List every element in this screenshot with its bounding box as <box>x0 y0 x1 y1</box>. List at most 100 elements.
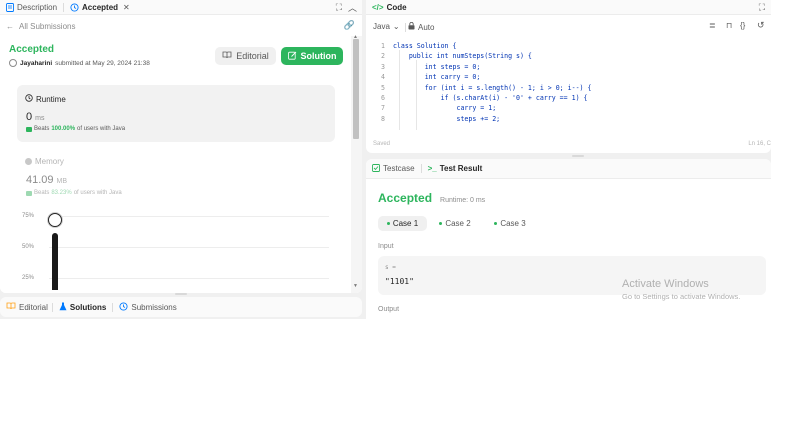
tab-test-result[interactable]: >_ Test Result <box>422 164 489 173</box>
memory-beats-value: 83.23% <box>51 190 72 196</box>
gridline <box>49 278 329 279</box>
tab-description-label: Description <box>17 2 58 12</box>
bottom-tab-submissions[interactable]: Submissions <box>113 301 182 313</box>
memory-icon <box>25 158 32 165</box>
tab-accepted[interactable]: Accepted ✕ <box>64 3 136 12</box>
result-header: Accepted Runtime: 0 ms <box>378 191 485 205</box>
code-line: 2 public int numSteps(String s) { <box>371 51 532 61</box>
memory-label: Memory <box>35 157 64 166</box>
tab-code[interactable]: </> Code <box>366 3 413 12</box>
code-text: if (s.charAt(i) - '0' + carry == 1) { <box>392 94 588 102</box>
bottom-tab-editorial[interactable]: Editorial <box>6 302 52 312</box>
case-tab-1[interactable]: Case 1 <box>378 216 427 231</box>
case-tab-label: Case 2 <box>445 219 471 228</box>
memory-beats-prefix: Beats <box>34 190 50 196</box>
format-icon[interactable]: ≣ <box>709 21 716 30</box>
case-tab-label: Case 3 <box>500 219 526 228</box>
test-tabbar: Testcase >_ Test Result <box>366 159 771 179</box>
maximize-icon[interactable]: ⛶ <box>759 2 765 13</box>
tab-description[interactable]: Description <box>0 3 63 12</box>
code-line: 5 for (int i = s.length() - 1; i > 0; i-… <box>371 83 591 93</box>
runtime-card[interactable]: Runtime 0 ms Beats 100.00% of users with… <box>17 85 335 142</box>
input-var-name: s = <box>385 264 396 271</box>
indent-guide <box>416 60 417 130</box>
code-line: 4 int carry = 0; <box>371 72 480 82</box>
code-panel: </> Code ⛶ Java ⌄ Auto ≣ ⊓ {} ↺ 1 class <box>366 0 771 153</box>
tick-label: 75% <box>22 213 35 219</box>
checkbox-icon <box>372 163 380 174</box>
case-tab-3[interactable]: Case 3 <box>487 216 533 231</box>
line-number: 5 <box>381 83 385 92</box>
code-editor[interactable]: 1 class Solution { 2 public int numSteps… <box>366 38 771 130</box>
close-icon[interactable]: ✕ <box>123 3 130 12</box>
submission-status: Accepted <box>9 44 55 55</box>
link-icon[interactable]: 🔗 <box>344 20 355 31</box>
code-line: 1 class Solution { <box>371 41 456 51</box>
runtime-beats: Beats 100.00% of users with Java <box>26 126 125 132</box>
case-tab-2[interactable]: Case 2 <box>432 216 478 231</box>
auto-mode[interactable]: Auto <box>408 21 435 32</box>
code-text: carry = 1; <box>392 104 497 113</box>
line-number: 4 <box>381 73 385 82</box>
editorial-button[interactable]: Editorial <box>215 47 276 65</box>
output-label: Output <box>378 306 400 313</box>
toolbar-separator <box>405 23 406 32</box>
solution-button[interactable]: Solution <box>281 47 343 65</box>
memory-unit: MB <box>56 178 68 185</box>
horizontal-resize-handle[interactable] <box>572 155 584 157</box>
code-icon: </> <box>372 2 384 12</box>
memory-beats: Beats 83.23% of users with Java <box>26 190 122 196</box>
bottom-tab-solutions[interactable]: Solutions <box>53 302 112 313</box>
scrollbar-thumb[interactable] <box>353 39 359 139</box>
braces-icon[interactable]: {} <box>740 21 745 30</box>
scroll-up-icon[interactable]: ▲ <box>353 34 358 40</box>
author-name[interactable]: Jayaharini <box>20 60 52 67</box>
input-var-value[interactable]: "1101" <box>385 277 414 286</box>
tab-test-result-label: Test Result <box>439 164 483 173</box>
watermark-title: Activate Windows <box>622 278 709 290</box>
history-icon <box>119 301 128 313</box>
submitted-at: submitted at May 29, 2024 21:38 <box>55 59 150 67</box>
memory-value: 41.09 <box>26 174 54 186</box>
scroll-down-icon[interactable]: ▼ <box>353 283 358 289</box>
pass-dot-icon <box>439 222 443 225</box>
distribution-chart[interactable]: 75% 50% 25% <box>17 205 335 290</box>
tick-label: 50% <box>22 244 35 250</box>
arrow-left-icon: ← <box>6 22 14 31</box>
bottom-tab-submissions-label: Submissions <box>131 302 177 312</box>
left-tabbar: Description Accepted ✕ ⛶ ︿ <box>0 0 362 15</box>
runtime-label: Runtime <box>36 94 66 104</box>
activate-windows-watermark: Activate Windows Go to Settings to activ… <box>622 278 740 301</box>
beats-badge-icon <box>26 126 32 132</box>
runtime-header: Runtime <box>25 94 66 104</box>
collapse-icon[interactable]: ︿ <box>348 1 357 14</box>
vertical-resize-handle[interactable] <box>175 293 187 295</box>
pass-dot-icon <box>494 222 498 225</box>
memory-value-row: 41.09 MB <box>26 174 67 186</box>
code-line: 3 int steps = 0; <box>371 62 480 72</box>
edit-icon <box>287 51 297 62</box>
line-number: 6 <box>381 94 385 102</box>
language-value: Java <box>373 22 390 31</box>
saved-status: Saved <box>373 141 391 147</box>
code-text: int carry = 0; <box>392 73 481 82</box>
bottom-tabs-row: Editorial Solutions Submissions <box>6 297 183 317</box>
memory-header: Memory <box>25 157 64 166</box>
code-text: for (int i = s.length() - 1; i > 0; i--)… <box>392 83 592 92</box>
back-to-submissions[interactable]: ← All Submissions <box>6 22 75 31</box>
runtime-beats-suffix: of users with Java <box>77 126 126 132</box>
code-line: 8 steps += 2; <box>371 114 500 124</box>
bookmark-icon[interactable]: ⊓ <box>726 21 732 30</box>
language-select[interactable]: Java ⌄ <box>373 22 400 31</box>
solution-button-label: Solution <box>300 51 337 61</box>
your-position-marker[interactable] <box>48 213 62 227</box>
auto-mode-label: Auto <box>418 22 435 32</box>
distribution-bar[interactable] <box>52 233 58 290</box>
tab-testcase[interactable]: Testcase <box>366 163 421 174</box>
gridline <box>49 216 329 217</box>
maximize-icon[interactable]: ⛶ <box>336 2 342 13</box>
chevron-down-icon: ⌄ <box>392 22 400 31</box>
result-status: Accepted <box>378 191 433 205</box>
screen: Description Accepted ✕ ⛶ ︿ ← All Submiss… <box>0 0 800 424</box>
reset-icon[interactable]: ↺ <box>757 20 765 31</box>
